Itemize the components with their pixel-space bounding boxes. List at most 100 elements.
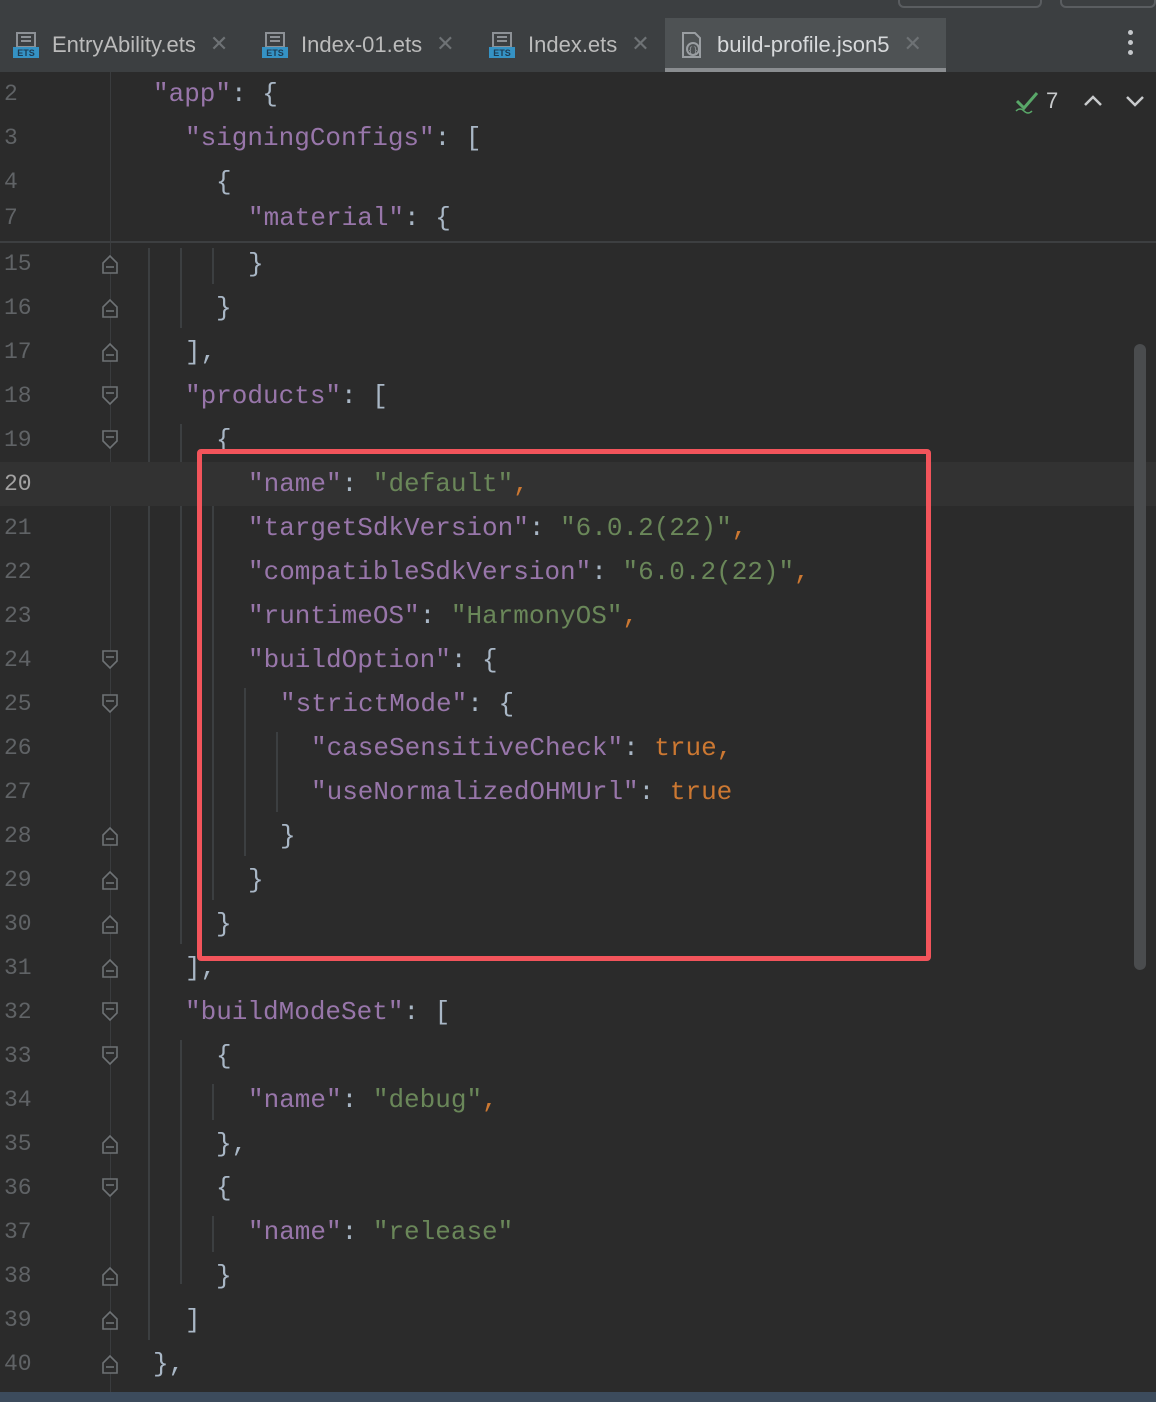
code-line[interactable]: 21 "targetSdkVersion": "6.0.2(22)",	[0, 506, 1156, 550]
code-line[interactable]: 37 "name": "release"	[0, 1210, 1156, 1254]
fold-start-icon[interactable]	[100, 1045, 120, 1067]
fold-end-icon[interactable]	[100, 297, 120, 319]
line-number: 30	[4, 911, 32, 937]
editor-tab-bar: ETS EntryAbility.ets ✕ ETS Index-01.ets …	[0, 0, 1156, 72]
close-icon[interactable]: ✕	[210, 34, 228, 56]
line-number: 20	[4, 471, 32, 497]
code-text: {	[216, 1034, 232, 1078]
code-line[interactable]: 24 "buildOption": {	[0, 638, 1156, 682]
code-text: ]	[185, 1298, 201, 1342]
line-number: 34	[4, 1087, 32, 1113]
code-line[interactable]: 30 }	[0, 902, 1156, 946]
fold-end-icon[interactable]	[100, 869, 120, 891]
fold-end-icon[interactable]	[100, 341, 120, 363]
tab-build-profile[interactable]: {} build-profile.json5 ✕	[665, 18, 946, 72]
line-number: 35	[4, 1131, 32, 1157]
code-line[interactable]: 23 "runtimeOS": "HarmonyOS",	[0, 594, 1156, 638]
fold-end-icon[interactable]	[100, 825, 120, 847]
code-line[interactable]: 34 "name": "debug",	[0, 1078, 1156, 1122]
fold-start-icon[interactable]	[100, 1001, 120, 1023]
code-text: }	[216, 1254, 232, 1298]
code-line[interactable]: 25 "strictMode": {	[0, 682, 1156, 726]
json-punct: },	[216, 1129, 248, 1159]
tab-entryability[interactable]: ETS EntryAbility.ets ✕	[0, 18, 246, 72]
inspection-widget[interactable]: 7	[1014, 86, 1156, 116]
fold-end-icon[interactable]	[100, 1309, 120, 1331]
code-line[interactable]: 31 ],	[0, 946, 1156, 990]
fold-start-icon[interactable]	[100, 429, 120, 451]
tab-index-01[interactable]: ETS Index-01.ets ✕	[249, 18, 473, 72]
code-line[interactable]: 15 }	[0, 242, 1156, 286]
code-editor[interactable]: 2 "app": { 3 "signingConfigs": [ 4 { 7 "…	[0, 72, 1156, 1392]
close-icon[interactable]: ✕	[631, 34, 649, 56]
json-punct: }	[216, 909, 232, 939]
code-line[interactable]: 2 "app": {	[0, 72, 1156, 116]
line-number: 29	[4, 867, 32, 893]
json-punct: : [	[434, 123, 482, 153]
code-line[interactable]: 33 {	[0, 1034, 1156, 1078]
line-number: 15	[4, 251, 32, 277]
code-text: "app": {	[153, 72, 278, 116]
fold-end-icon[interactable]	[100, 1133, 120, 1155]
code-line[interactable]: 35 },	[0, 1122, 1156, 1166]
code-line[interactable]: 16 }	[0, 286, 1156, 330]
json-punct: : {	[231, 79, 278, 109]
tab-index[interactable]: ETS Index.ets ✕	[476, 18, 662, 72]
fold-start-icon[interactable]	[100, 693, 120, 715]
line-number: 22	[4, 559, 32, 585]
close-icon[interactable]: ✕	[903, 34, 921, 56]
json-punct: {	[216, 1173, 232, 1203]
code-line-current[interactable]: 20 "name": "default",	[0, 462, 1156, 506]
json-punct: {	[216, 167, 232, 197]
code-line[interactable]: 28 }	[0, 814, 1156, 858]
code-text: "runtimeOS": "HarmonyOS",	[248, 601, 639, 631]
fold-start-icon[interactable]	[100, 385, 120, 407]
code-line[interactable]: 40 },	[0, 1342, 1156, 1386]
json-key: "products"	[185, 381, 342, 411]
chevron-down-icon[interactable]	[1124, 90, 1146, 112]
fold-end-icon[interactable]	[100, 913, 120, 935]
fold-start-icon[interactable]	[100, 1177, 120, 1199]
code-text: "signingConfigs": [	[185, 116, 481, 160]
line-number: 19	[4, 427, 32, 453]
vertical-scrollbar[interactable]	[1134, 344, 1146, 970]
more-vertical-icon[interactable]	[1119, 30, 1141, 60]
line-number: 31	[4, 955, 32, 981]
ets-file-icon: ETS	[489, 32, 515, 58]
close-icon[interactable]: ✕	[436, 34, 454, 56]
code-line[interactable]: 38 }	[0, 1254, 1156, 1298]
fold-end-icon[interactable]	[100, 957, 120, 979]
code-line[interactable]: 3 "signingConfigs": [	[0, 116, 1156, 160]
code-text: "name": "release"	[248, 1217, 514, 1247]
code-line[interactable]: 27 "useNormalizedOHMUrl": true	[0, 770, 1156, 814]
line-number: 24	[4, 647, 32, 673]
fold-end-icon[interactable]	[100, 253, 120, 275]
code-line[interactable]: 29 }	[0, 858, 1156, 902]
json-key: "material"	[248, 203, 405, 233]
json-punct: }	[280, 821, 296, 851]
fold-end-icon[interactable]	[100, 1353, 120, 1375]
json-string: "6.0.2(22)"	[622, 557, 795, 587]
json-string: "release"	[372, 1217, 514, 1247]
fold-start-icon[interactable]	[100, 649, 120, 671]
chevron-up-icon[interactable]	[1082, 90, 1104, 112]
code-line[interactable]: 39 ]	[0, 1298, 1156, 1342]
code-line[interactable]: 26 "caseSensitiveCheck": true,	[0, 726, 1156, 770]
code-line[interactable]: 32 "buildModeSet": [	[0, 990, 1156, 1034]
svg-text:ETS: ETS	[17, 48, 35, 58]
code-line[interactable]: 17 ],	[0, 330, 1156, 374]
code-line[interactable]: 22 "compatibleSdkVersion": "6.0.2(22)",	[0, 550, 1156, 594]
code-text: ],	[185, 946, 216, 990]
line-number: 23	[4, 603, 32, 629]
code-line[interactable]: 7 "material": {	[0, 196, 1156, 240]
fold-end-icon[interactable]	[100, 1265, 120, 1287]
line-number: 25	[4, 691, 32, 717]
code-line[interactable]: 36 {	[0, 1166, 1156, 1210]
code-text: }	[248, 858, 264, 902]
code-line[interactable]: 19 {	[0, 418, 1156, 462]
json-key: "buildModeSet"	[185, 997, 404, 1027]
code-text: },	[216, 1122, 247, 1166]
code-line[interactable]: 18 "products": [	[0, 374, 1156, 418]
line-number: 37	[4, 1219, 32, 1245]
code-text: "name": "debug",	[248, 1085, 498, 1115]
